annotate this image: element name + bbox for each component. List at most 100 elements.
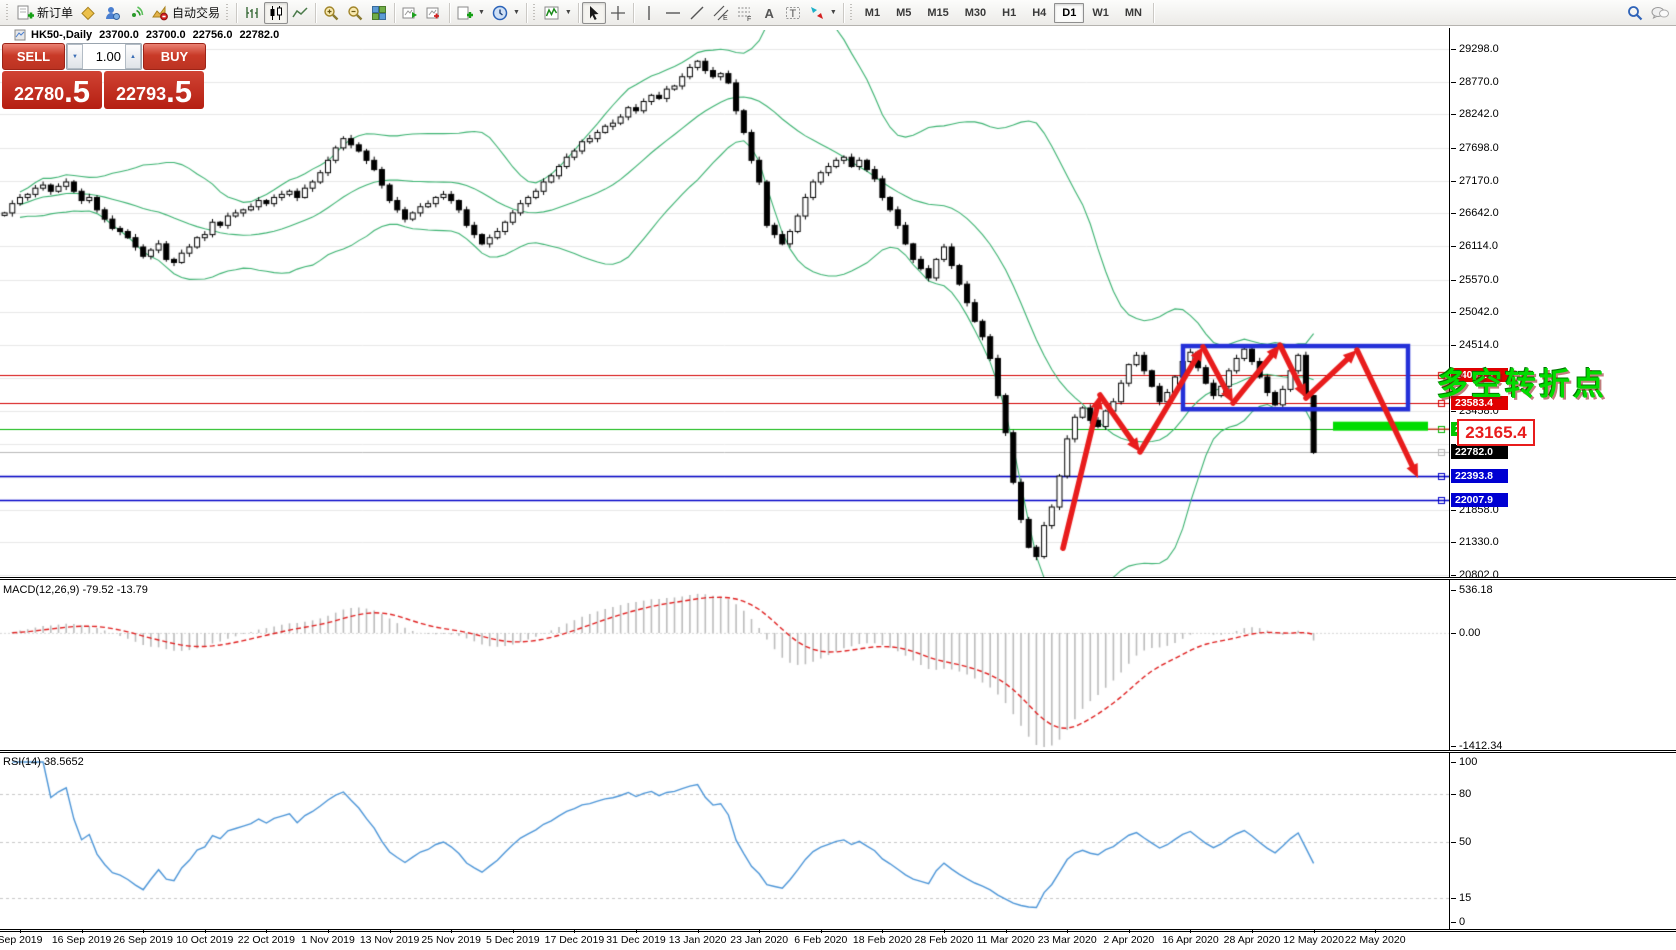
line-chart-mode-button[interactable] <box>288 2 312 24</box>
turning-point-annotation[interactable]: 多空转折点 <box>1437 359 1607 404</box>
crosshair-tool-button[interactable] <box>606 2 630 24</box>
chat-button[interactable] <box>1647 2 1673 24</box>
clock-icon <box>491 4 509 22</box>
price-axis-tick: 26642.0 <box>1459 207 1499 219</box>
price-axis-tick: 28770.0 <box>1459 76 1499 88</box>
chevron-down-icon: ▼ <box>830 9 837 16</box>
one-click-trading-panel: SELL ▼ 1.00 ▲ BUY 22780.5 22793.5 <box>2 43 206 109</box>
tile-windows-icon <box>370 4 388 22</box>
timeframe-button-w1[interactable]: W1 <box>1084 3 1117 23</box>
new-order-label: 新订单 <box>37 4 73 21</box>
timeframe-button-mn[interactable]: MN <box>1117 3 1150 23</box>
zoom-in-button[interactable] <box>319 2 343 24</box>
chart-window-icon <box>14 29 26 41</box>
period-dropdown[interactable]: ▼ <box>488 2 523 24</box>
rsi-indicator-canvas[interactable] <box>0 753 1449 930</box>
toolbar-separator <box>578 3 579 23</box>
vertical-line-tool[interactable] <box>637 2 661 24</box>
timeframe-button-m15[interactable]: M15 <box>919 3 956 23</box>
horizontal-line-tool[interactable] <box>661 2 685 24</box>
new-chart-icon <box>456 4 474 22</box>
sell-price-frac: .5 <box>64 76 90 107</box>
zoom-out-icon <box>346 4 364 22</box>
timeframe-button-m30[interactable]: M30 <box>957 3 994 23</box>
text-tool[interactable]: A <box>757 2 781 24</box>
date-axis-tick <box>513 930 514 933</box>
timeframe-button-h1[interactable]: H1 <box>994 3 1024 23</box>
date-axis-tick <box>636 930 637 933</box>
volume-decrease-button[interactable]: ▼ <box>67 44 83 69</box>
rsi-label: RSI(14) 38.5652 <box>3 756 84 768</box>
pane-divider[interactable] <box>0 750 1676 753</box>
zoom-out-button[interactable] <box>343 2 367 24</box>
date-axis-tick <box>328 930 329 933</box>
volume-value[interactable]: 1.00 <box>83 44 125 69</box>
market-watch-button[interactable] <box>76 2 100 24</box>
timeframe-button-m5[interactable]: M5 <box>888 3 919 23</box>
indicators-dropdown[interactable]: ▼ <box>540 2 575 24</box>
new-order-button[interactable]: 新订单 <box>13 2 76 24</box>
price-axis-tick: 25042.0 <box>1459 306 1499 318</box>
trendline-tool[interactable] <box>685 2 709 24</box>
date-axis-label: 5 Dec 2019 <box>486 934 540 946</box>
date-axis-tick <box>20 930 21 933</box>
date-axis-label: Sep 2019 <box>0 934 42 946</box>
autotrade-button[interactable]: 自动交易 <box>148 2 223 24</box>
sell-button[interactable]: SELL <box>2 43 65 70</box>
toolbar-grip <box>533 4 537 22</box>
date-axis-tick <box>1252 930 1253 933</box>
price-level-tag: 22007.9 <box>1451 493 1508 507</box>
svg-text:E: E <box>723 15 728 22</box>
main-price-chart-canvas[interactable] <box>0 30 1449 578</box>
date-axis-tick <box>759 930 760 933</box>
chart-shift-button[interactable] <box>422 2 446 24</box>
ohlc-close: 22782.0 <box>239 29 279 41</box>
signals-button[interactable] <box>124 2 148 24</box>
shapes-dropdown[interactable]: ▼ <box>805 2 840 24</box>
text-label-tool[interactable]: T <box>781 2 805 24</box>
macd-axis-tick: 536.18 <box>1459 584 1493 596</box>
bar-chart-icon <box>243 4 261 22</box>
timeframe-button-h4[interactable]: H4 <box>1024 3 1054 23</box>
date-axis-label: 28 Apr 2020 <box>1224 934 1281 946</box>
macd-indicator-canvas[interactable] <box>0 580 1449 751</box>
bar-chart-mode-button[interactable] <box>240 2 264 24</box>
cursor-tool-button[interactable] <box>582 2 606 24</box>
macd-label: MACD(12,26,9) -79.52 -13.79 <box>3 584 148 596</box>
buy-button[interactable]: BUY <box>143 43 206 70</box>
buy-price-display[interactable]: 22793.5 <box>104 71 204 109</box>
date-axis-tick <box>143 930 144 933</box>
date-axis-label: 17 Dec 2019 <box>545 934 605 946</box>
new-chart-dropdown[interactable]: ▼ <box>453 2 488 24</box>
sell-price-display[interactable]: 22780.5 <box>2 71 102 109</box>
chevron-down-icon: ▼ <box>478 9 485 16</box>
level-price-annotation[interactable]: 23165.4 <box>1457 419 1535 446</box>
timeframe-button-m1[interactable]: M1 <box>857 3 888 23</box>
auto-scroll-button[interactable] <box>398 2 422 24</box>
volume-stepper: ▼ 1.00 ▲ <box>66 43 142 70</box>
navigator-button[interactable] <box>100 2 124 24</box>
date-axis-label: 11 Mar 2020 <box>977 934 1035 946</box>
candle-chart-mode-button[interactable] <box>264 2 288 24</box>
candlestick-chart-icon <box>267 4 285 22</box>
search-button[interactable] <box>1623 2 1647 24</box>
fibonacci-tool[interactable]: F <box>733 2 757 24</box>
horizontal-line-icon <box>664 4 682 22</box>
date-axis-tick <box>1375 930 1376 933</box>
price-axis-tick: 26114.0 <box>1459 240 1498 252</box>
rsi-axis-tick: 50 <box>1459 836 1471 848</box>
symbol-name: HK50-,Daily <box>31 29 92 41</box>
chevron-down-icon: ▼ <box>565 9 572 16</box>
pane-divider[interactable] <box>0 577 1676 580</box>
timeframe-button-d1[interactable]: D1 <box>1054 3 1084 23</box>
buy-price-frac: .5 <box>166 76 192 107</box>
date-axis-tick <box>574 930 575 933</box>
channel-tool[interactable]: E <box>709 2 733 24</box>
tile-windows-button[interactable] <box>367 2 391 24</box>
date-axis-label: 26 Sep 2019 <box>113 934 173 946</box>
date-axis-label: 22 May 2020 <box>1345 934 1406 946</box>
volume-increase-button[interactable]: ▲ <box>125 44 141 69</box>
new-order-icon <box>16 4 34 22</box>
date-axis-tick <box>1190 930 1191 933</box>
macd-axis-tick: 0.00 <box>1459 627 1480 639</box>
